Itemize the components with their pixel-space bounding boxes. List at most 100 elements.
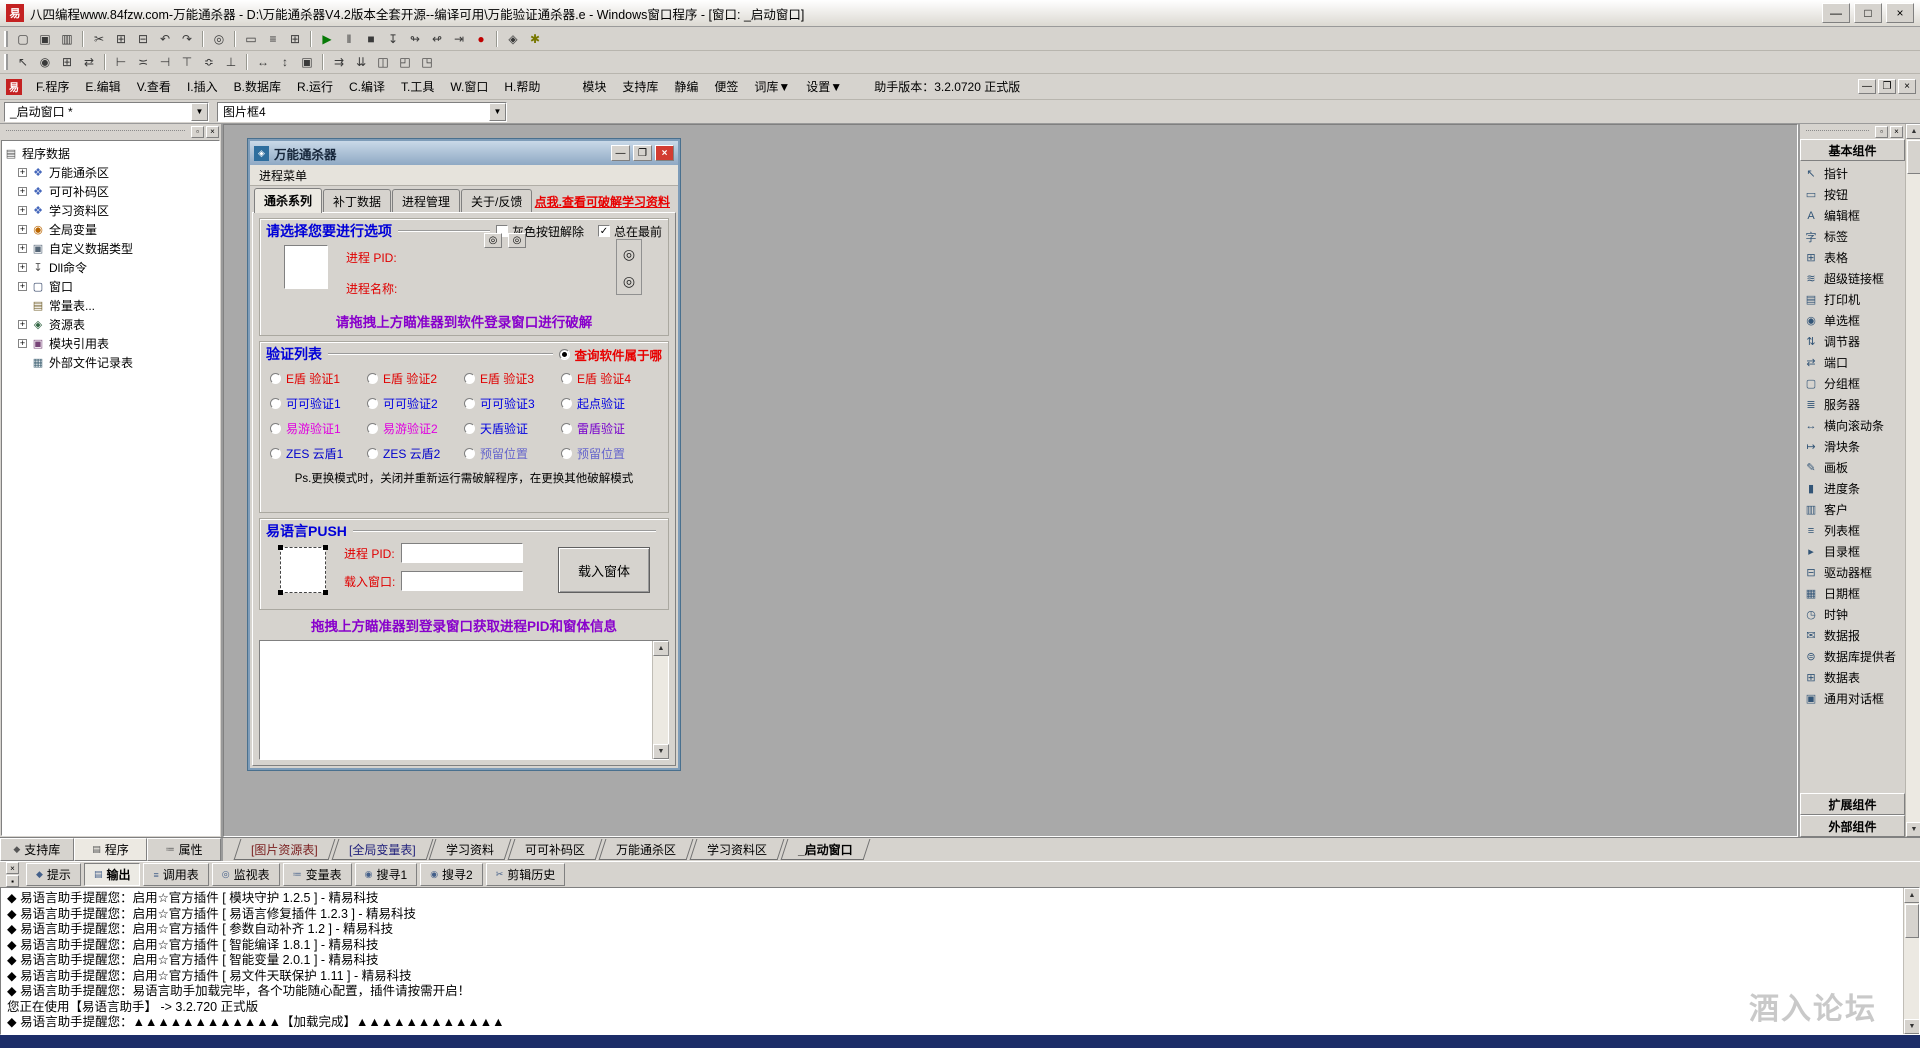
close-button[interactable]: × [1886,3,1914,23]
verify-radio[interactable]: 起点验证 [561,395,658,412]
toolbar-icon[interactable]: ⇊ [350,53,372,72]
component-item[interactable]: ≣ 服务器 [1803,394,1905,415]
radio-icon[interactable] [464,448,475,459]
form-tab[interactable]: 通杀系列 [254,188,322,213]
scroll-thumb[interactable] [1905,904,1919,938]
tree-item[interactable]: + ▣ 自定义数据类型 [4,239,217,258]
load-form-button[interactable]: 载入窗体 [558,547,650,593]
query-software-radio[interactable]: 查询软件属于哪 [559,345,662,364]
document-tab[interactable]: _启动窗口 [781,839,871,860]
tree-item[interactable]: + ❖ 可可补码区 [4,182,217,201]
toolbar-icon[interactable] [234,31,236,47]
component-item[interactable]: ◷ 时钟 [1803,604,1905,625]
output-close-button[interactable]: × [6,862,19,874]
radio-icon[interactable] [367,448,378,459]
output-scrollbar[interactable]: ▲ ▼ [1903,888,1919,1034]
component-item[interactable]: ⇄ 端口 [1803,352,1905,373]
crosshair-tool-panel[interactable]: ◎ ◎ [616,239,642,295]
form-titlebar[interactable]: ◈ 万能通杀器 — ❐ × [250,141,678,165]
document-tab[interactable]: [全局变量表] [331,839,432,860]
tree-expander-icon[interactable]: + [18,168,27,177]
menu-item[interactable]: H.帮助 [496,75,548,98]
components-section-button[interactable]: 扩展组件 [1800,793,1905,815]
crosshair-icon[interactable]: ◎ [623,247,635,261]
verify-radio[interactable]: 雷盾验证 [561,420,658,437]
toolbar-icon[interactable]: ↔ [252,53,274,72]
toolbar-icon[interactable]: ⊞ [110,29,132,48]
output-pin-button[interactable]: ▪ [6,875,19,887]
verify-radio[interactable]: 易游验证1 [270,420,367,437]
component-item[interactable]: ↦ 滑块条 [1803,436,1905,457]
component-item[interactable]: 字 标签 [1803,226,1905,247]
component-item[interactable]: ▢ 分组框 [1803,373,1905,394]
toolbar-icon[interactable] [322,54,324,70]
toolbar-icon[interactable] [104,54,106,70]
document-tab[interactable]: 学习资料区 [690,839,785,860]
toolbar-icon[interactable]: ◳ [416,53,438,72]
component-item[interactable]: ▭ 按钮 [1803,184,1905,205]
toolbar-icon[interactable]: ▣ [296,53,318,72]
tree-expander-icon[interactable]: + [18,263,27,272]
toolbar-icon[interactable]: ‖ [338,29,360,48]
document-tab[interactable]: 万能通杀区 [599,839,694,860]
component-item[interactable]: ↖ 指针 [1803,163,1905,184]
assistant-menu-item[interactable]: 模块 [574,75,614,98]
panel-float-button[interactable]: ▫ [191,126,204,138]
scroll-up-icon[interactable]: ▲ [1904,888,1920,903]
component-item[interactable]: ↔ 横向滚动条 [1803,415,1905,436]
assistant-menu-item[interactable]: 便签 [706,75,746,98]
radio-icon[interactable] [270,423,281,434]
push-pid-input[interactable] [401,543,523,563]
form-designer-canvas[interactable]: ◈ 万能通杀器 — ❐ × 进程菜单 通杀系列补丁数据进程管理关于/反馈 点我.… [223,124,1798,837]
menu-item[interactable]: C.编译 [341,75,393,98]
scroll-up-icon[interactable]: ▲ [653,641,669,656]
toolbar-icon[interactable]: ◰ [394,53,416,72]
load-window-input[interactable] [401,571,523,591]
menu-item[interactable]: F.程序 [28,75,77,98]
tree-expander-icon[interactable]: + [18,225,27,234]
chevron-down-icon[interactable]: ▼ [191,103,208,121]
component-item[interactable]: ▦ 日期框 [1803,583,1905,604]
form-minimize-button[interactable]: — [611,145,630,161]
panel-close-button[interactable]: × [206,126,219,138]
toolbar-icon[interactable]: ▣ [34,29,56,48]
component-item[interactable]: ▸ 目录框 [1803,541,1905,562]
menu-item[interactable]: R.运行 [289,75,341,98]
toolbar-icon[interactable] [310,31,312,47]
document-tab[interactable]: 学习资料 [429,839,512,860]
component-item[interactable]: ◉ 单选框 [1803,310,1905,331]
tree-expander-icon[interactable]: + [18,339,27,348]
form-tab[interactable]: 进程管理 [392,189,460,212]
assistant-menu-item[interactable]: 静编 [666,75,706,98]
radio-icon[interactable] [464,398,475,409]
scope-button-1[interactable]: ◎ [484,233,502,248]
chevron-down-icon[interactable]: ▼ [489,103,506,121]
radio-icon[interactable] [561,423,572,434]
tree-item[interactable]: + ↧ Dll命令 [4,258,217,277]
verify-radio[interactable]: E盾 验证1 [270,370,367,387]
tree-item[interactable]: + ▣ 模块引用表 [4,334,217,353]
toolbar-icon[interactable] [202,31,204,47]
toolbar-icon[interactable]: ↧ [382,29,404,48]
window-select-combo[interactable]: _启动窗口 * ▼ [4,102,209,122]
learning-material-link[interactable]: 点我.查看可破解学习资料 [535,193,670,210]
assistant-menu-item[interactable]: 设置▼ [798,75,850,98]
component-item[interactable]: ✎ 画板 [1803,457,1905,478]
component-item[interactable]: ≡ 列表框 [1803,520,1905,541]
tree-item[interactable]: + ▢ 窗口 [4,277,217,296]
tree-root[interactable]: ▤ 程序数据 [4,144,217,163]
toolbar-icon[interactable]: ≡ [262,29,284,48]
info-edit-box[interactable]: ▲ ▼ [259,640,669,760]
tree-item[interactable]: + ❖ 学习资料区 [4,201,217,220]
component-item[interactable]: ⊟ 驱动器框 [1803,562,1905,583]
toolbar-icon[interactable]: ✱ [524,29,546,48]
control-select-combo[interactable]: 图片框4 ▼ [217,102,507,122]
assistant-menu-item[interactable]: 支持库 [614,75,666,98]
maximize-button[interactable]: □ [1854,3,1882,23]
menu-item[interactable]: I.插入 [179,75,226,98]
component-item[interactable]: ▣ 通用对话框 [1803,688,1905,709]
component-item[interactable]: ✉ 数据报 [1803,625,1905,646]
toolbar-icon[interactable]: ↶ [154,29,176,48]
verify-radio[interactable]: 易游验证2 [367,420,464,437]
toolbar-icon[interactable]: ✂ [88,29,110,48]
